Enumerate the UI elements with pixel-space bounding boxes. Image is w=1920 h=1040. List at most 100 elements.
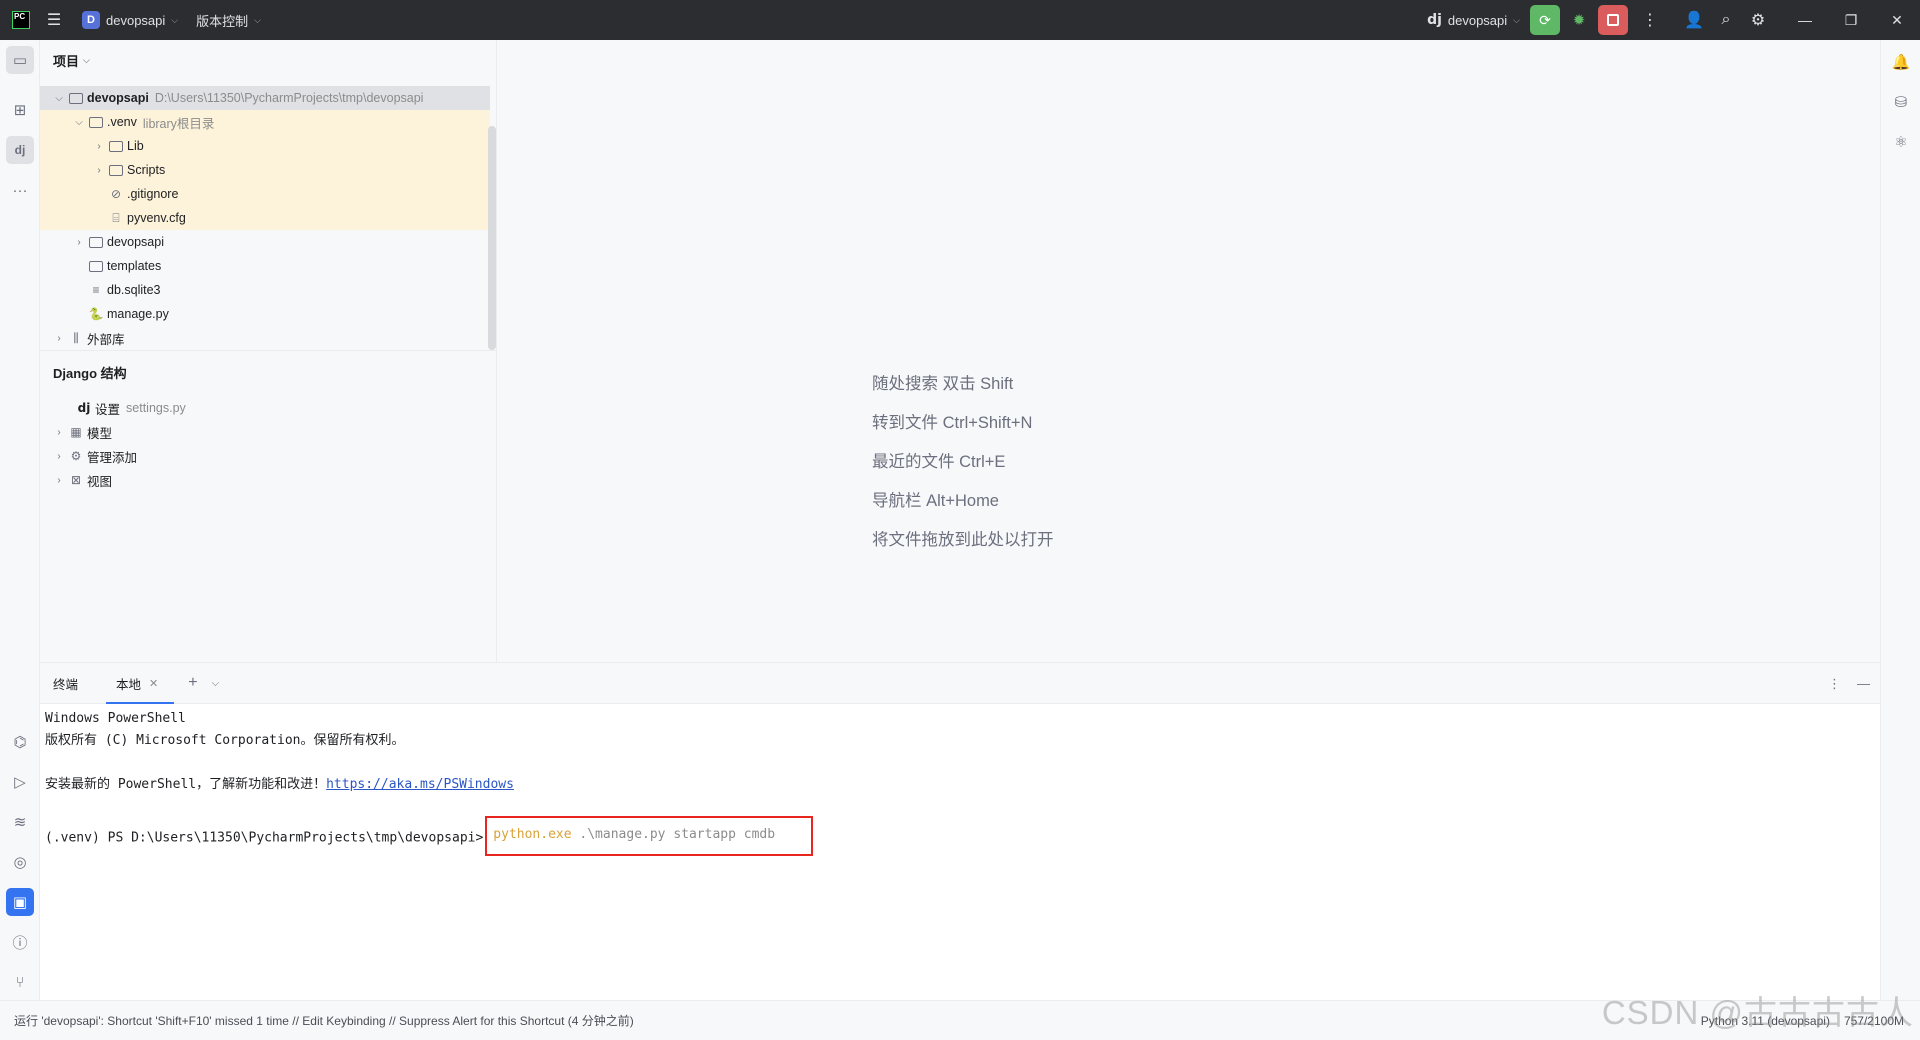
tree-item-external-libraries[interactable]: › ⫼ 外部库 [40,326,490,350]
django-item-views[interactable]: › ⊠ 视图 [40,468,490,492]
tree-item-label: Scripts [127,163,166,177]
tree-item-lib[interactable]: › Lib [40,134,490,158]
layers-icon[interactable]: ≋ [6,808,34,836]
command-executable: python.exe [493,827,572,842]
more-tools-icon[interactable]: ··· [6,176,34,204]
more-options-icon[interactable]: ⋮ [1828,676,1841,692]
tree-item-templates[interactable]: templates [40,254,490,278]
tree-item-pyvenv-cfg[interactable]: ⌸ pyvenv.cfg [40,206,490,230]
tree-scrollbar[interactable] [488,126,496,350]
stop-button[interactable] [1598,5,1628,35]
project-panel-header[interactable]: 项目 ⌵ [40,40,496,80]
python-console-icon[interactable]: ⌬ [6,728,34,756]
gear-icon: ⚙ [70,449,82,463]
project-switcher[interactable]: D devopsapi ⌵ [76,7,184,33]
tree-item-devopsapi-package[interactable]: › devopsapi [40,230,490,254]
minimize-panel-icon[interactable]: — [1857,676,1870,691]
tree-item-label: manage.py [107,307,169,321]
structure-tool-icon[interactable]: ⊞ [6,96,34,124]
code-with-me-icon[interactable]: 👤 [1678,4,1710,36]
chevron-right-icon[interactable]: › [52,451,66,462]
main-menu-icon[interactable]: ☰ [38,4,70,36]
chevron-down-icon[interactable]: ⌵ [52,93,66,104]
django-icon: dj [1427,12,1442,28]
python-file-icon: 🐍 [88,307,104,321]
more-actions-icon[interactable]: ⋮ [1634,4,1666,36]
tree-item-gitignore[interactable]: ⊘ .gitignore [40,182,490,206]
chevron-right-icon[interactable]: › [92,165,106,176]
ai-assistant-icon[interactable]: ⚛ [1887,128,1915,156]
rerun-button[interactable]: ⟳ [1530,5,1560,35]
chevron-down-icon: ⌵ [171,14,179,25]
project-tree: ⌵ devopsapi D:\Users\11350\PycharmProjec… [40,86,490,350]
django-structure-tree: dj 设置 settings.py › ▦ 模型 › ⚙ 管理添加 › ⊠ 视图 [40,396,490,492]
run-config-selector[interactable]: dj devopsapi ⌵ [1427,12,1520,28]
tree-item-venv[interactable]: ⌵ .venv library根目录 [40,110,490,134]
close-window-button[interactable]: ✕ [1874,0,1920,40]
chevron-down-icon: ⌵ [1513,14,1520,25]
django-item-admin[interactable]: › ⚙ 管理添加 [40,444,490,468]
project-tool-icon[interactable]: ▭ [6,46,34,74]
debug-button[interactable]: ✹ [1564,5,1594,35]
tree-item-devopsapi-root[interactable]: ⌵ devopsapi D:\Users\11350\PycharmProjec… [40,86,490,110]
django-item-settings[interactable]: dj 设置 settings.py [40,396,490,420]
right-tool-strip: 🔔 ⛁ ⚛ [1880,40,1920,1000]
notifications-icon[interactable]: 🔔 [1887,48,1915,76]
chevron-right-icon[interactable]: › [52,427,66,438]
run-tool-icon[interactable]: ▷ [6,768,34,796]
minimize-button[interactable]: — [1782,0,1828,40]
command-arguments: .\manage.py startapp cmdb [571,827,776,842]
chevron-right-icon[interactable]: › [52,475,66,486]
problems-icon[interactable]: ⓘ [6,928,34,956]
pycharm-logo-icon[interactable]: PC [12,11,30,29]
panel-divider [40,350,496,351]
tab-label: 本地 [116,677,142,692]
tree-item-scripts[interactable]: › Scripts [40,158,490,182]
close-icon[interactable]: ✕ [149,677,158,690]
chevron-right-icon[interactable]: › [52,333,66,344]
tree-item-hint: library根目录 [142,116,215,131]
editor-area[interactable]: 随处搜索 双击 Shift 转到文件 Ctrl+Shift+N 最近的文件 Ct… [497,40,1880,662]
hint-recent-files: 最近的文件 Ctrl+E [872,453,1006,471]
django-icon: dj [77,401,91,415]
powershell-link[interactable]: https://aka.ms/PSWindows [326,777,514,792]
terminal-output[interactable]: Windows PowerShell 版权所有 (C) Microsoft Co… [40,704,1880,856]
tree-item-path: D:\Users\11350\PycharmProjects\tmp\devop… [154,91,424,105]
database-icon[interactable]: ⛁ [1887,88,1915,116]
highlighted-command[interactable]: python.exe .\manage.py startapp cmdb [485,816,814,856]
text-file-icon: ≡ [92,283,100,297]
library-icon: ⫼ [73,330,79,345]
status-message[interactable]: 运行 'devopsapi': Shortcut 'Shift+F10' mis… [14,1012,634,1029]
chevron-right-icon[interactable]: › [92,141,106,152]
tree-item-label: pyvenv.cfg [127,211,186,225]
vcs-menu[interactable]: 版本控制 ⌵ [196,11,261,30]
tree-item-label: .gitignore [127,187,179,201]
terminal-tab-bar: 终端 本地 ✕ + ⌵ ⋮ — [40,663,1880,704]
chevron-down-icon: ⌵ [83,54,90,65]
hint-drop-files: 将文件拖放到此处以打开 [872,531,1054,549]
restore-button[interactable]: ❐ [1828,0,1874,40]
tree-item-db-sqlite3[interactable]: ≡ db.sqlite3 [40,278,490,302]
terminal-line: 安装最新的 PowerShell，了解新功能和改进！https://aka.ms… [45,774,1880,796]
search-icon[interactable]: ⌕ [1710,4,1742,36]
tab-local[interactable]: 本地 ✕ [105,663,175,704]
django-item-models[interactable]: › ▦ 模型 [40,420,490,444]
chevron-down-icon[interactable]: ⌵ [72,117,86,128]
chevron-down-icon[interactable]: ⌵ [212,678,220,689]
hint-navigation-bar: 导航栏 Alt+Home [872,492,999,510]
django-item-hint: settings.py [126,401,186,415]
settings-gear-icon[interactable]: ⚙ [1742,4,1774,36]
chevron-right-icon[interactable]: › [72,237,86,248]
terminal-tool-icon[interactable]: ▣ [6,888,34,916]
folder-icon [88,259,104,273]
tree-item-label: db.sqlite3 [107,283,161,297]
git-branch-icon[interactable]: ⑂ [6,968,34,996]
tree-item-manage-py[interactable]: 🐍 manage.py [40,302,490,326]
django-structure-tool-icon[interactable]: dj [6,136,34,164]
editor-empty-hints: 随处搜索 双击 Shift 转到文件 Ctrl+Shift+N 最近的文件 Ct… [872,365,1054,560]
add-tab-icon[interactable]: + [188,674,197,692]
services-icon[interactable]: ◎ [6,848,34,876]
tree-item-label: templates [107,259,162,273]
